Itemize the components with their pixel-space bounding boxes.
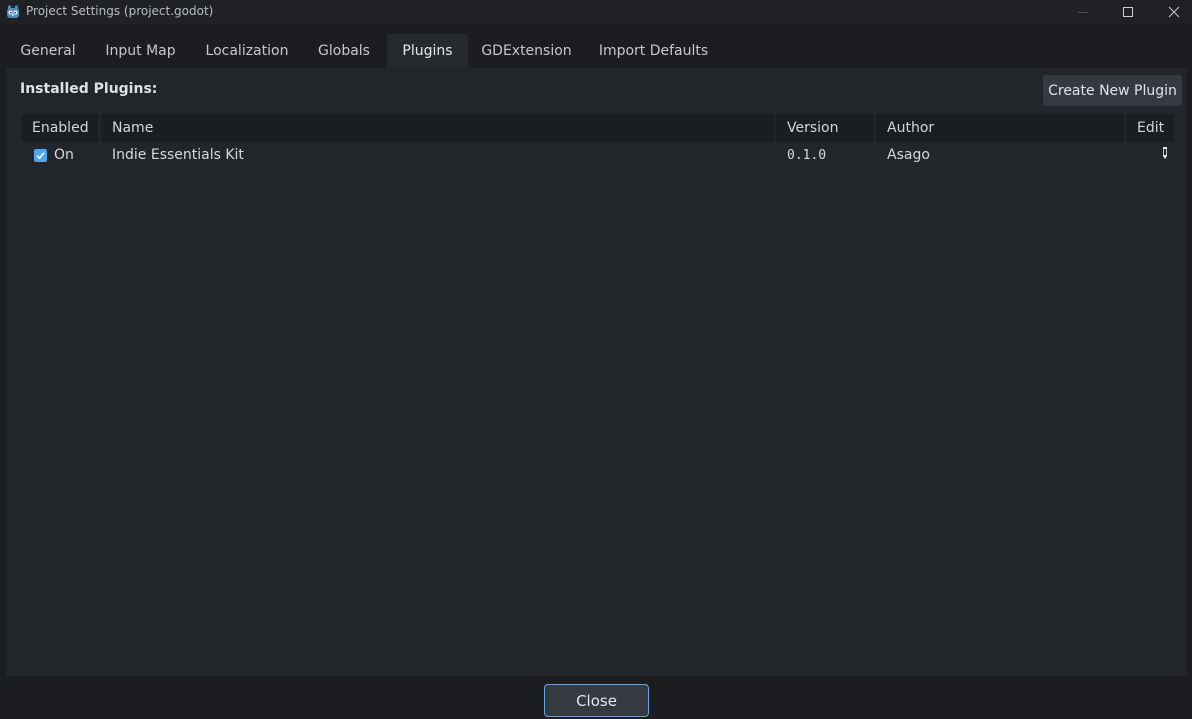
- plugins-panel: Installed Plugins: Create New Plugin Ena…: [6, 68, 1187, 676]
- settings-tab-bar: General Input Map Localization Globals P…: [6, 34, 1186, 68]
- tab-label: Globals: [318, 43, 370, 59]
- tab-plugins[interactable]: Plugins: [387, 34, 468, 68]
- column-header-version[interactable]: Version: [776, 114, 873, 142]
- tab-globals[interactable]: Globals: [303, 34, 385, 68]
- installed-plugins-heading: Installed Plugins:: [20, 81, 158, 97]
- plugin-author: Asago: [887, 147, 930, 163]
- tab-label: Localization: [205, 43, 289, 59]
- plugin-edit-button[interactable]: [1161, 144, 1169, 166]
- project-settings-window: Project Settings (project.godot) General: [0, 0, 1192, 719]
- column-header-edit[interactable]: Edit: [1126, 114, 1173, 142]
- window-close-button[interactable]: [1151, 0, 1192, 24]
- tab-label: Import Defaults: [598, 43, 709, 59]
- godot-logo-icon: [5, 4, 21, 20]
- tab-label: Input Map: [105, 43, 176, 59]
- column-header-author[interactable]: Author: [876, 114, 1124, 142]
- maximize-icon: [1122, 3, 1134, 22]
- close-icon: [1168, 3, 1180, 22]
- plugin-version: 0.1.0: [787, 147, 827, 163]
- close-button[interactable]: Close: [544, 684, 649, 717]
- window-title: Project Settings (project.godot): [26, 4, 214, 18]
- enabled-state-label: On: [54, 147, 74, 163]
- column-header-name[interactable]: Name: [101, 114, 774, 142]
- tab-localization[interactable]: Localization: [191, 34, 303, 68]
- tab-label: GDExtension: [481, 43, 572, 59]
- tab-gdextension[interactable]: GDExtension: [468, 34, 585, 68]
- maximize-button[interactable]: [1105, 0, 1151, 24]
- title-bar: Project Settings (project.godot): [0, 0, 1192, 24]
- edit-pencil-icon: [1161, 146, 1169, 164]
- tab-import-defaults[interactable]: Import Defaults: [585, 34, 722, 68]
- create-new-plugin-button[interactable]: Create New Plugin: [1043, 75, 1182, 106]
- tab-general[interactable]: General: [6, 34, 90, 68]
- plugin-name: Indie Essentials Kit: [112, 147, 244, 163]
- checkbox-checked-icon: [34, 148, 47, 162]
- column-header-enabled[interactable]: Enabled: [21, 114, 98, 142]
- tab-label: General: [20, 43, 76, 59]
- minimize-icon: [1077, 3, 1089, 22]
- plugin-enabled-toggle[interactable]: On: [34, 144, 74, 166]
- tab-label: Plugins: [402, 43, 453, 59]
- minimize-button[interactable]: [1060, 0, 1106, 24]
- tab-input-map[interactable]: Input Map: [90, 34, 191, 68]
